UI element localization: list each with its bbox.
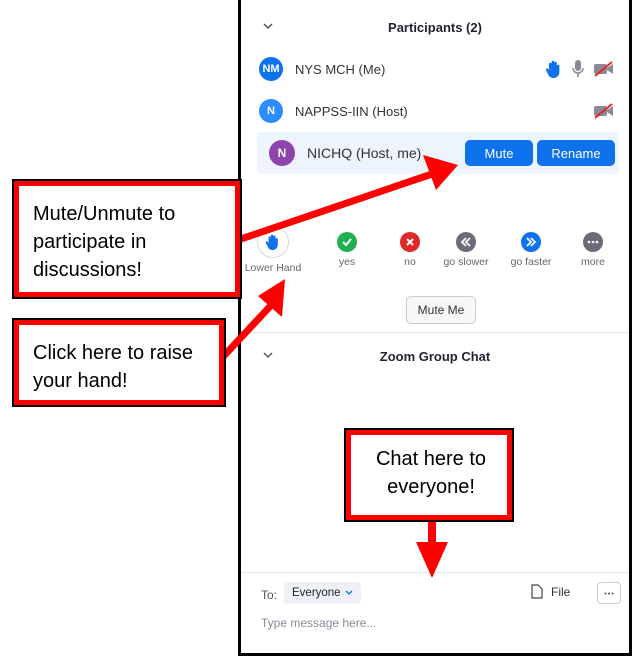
arrow-to-chat: [416, 517, 448, 578]
callout-chat-text: Chat here to everyone!: [375, 448, 487, 498]
callout-hand-text: Click here to raise your hand!: [33, 342, 194, 392]
callout-hand: Click here to raise your hand!: [12, 318, 226, 407]
callout-mute-text: Mute/Unmute to participate in discussion…: [33, 203, 176, 281]
arrow-to-mute: [236, 155, 458, 244]
callout-mute: Mute/Unmute to participate in discussion…: [12, 179, 242, 299]
callout-chat: Chat here to everyone!: [344, 428, 514, 522]
